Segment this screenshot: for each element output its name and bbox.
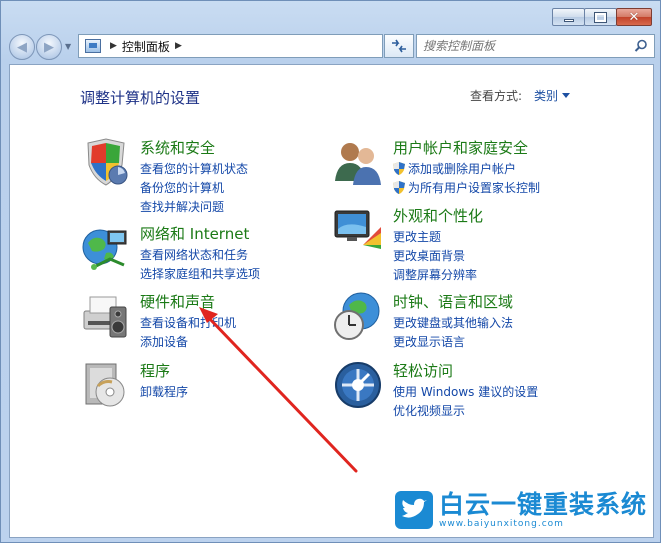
watermark: 白云一键重装系统 www.baiyunxitong.com bbox=[394, 490, 647, 530]
category-title[interactable]: 外观和个性化 bbox=[393, 205, 483, 226]
back-arrow-icon: ◀ bbox=[17, 39, 27, 55]
view-by-label: 查看方式: bbox=[470, 89, 523, 103]
link-change-background[interactable]: 更改桌面背景 bbox=[393, 246, 477, 265]
link-screen-resolution[interactable]: 调整屏幕分辨率 bbox=[393, 265, 477, 284]
view-by-value[interactable]: 类别 bbox=[534, 87, 558, 104]
uac-shield-icon bbox=[393, 162, 405, 175]
category-ease-of-access: 轻松访问 使用 Windows 建议的设置 优化视频显示 bbox=[333, 360, 633, 420]
category-title[interactable]: 硬件和声音 bbox=[140, 291, 215, 312]
link-change-theme[interactable]: 更改主题 bbox=[393, 227, 477, 246]
watermark-brand: 白云一键重装系统 bbox=[438, 490, 647, 519]
category-links: 查看网络状态和任务 选择家庭组和共享选项 bbox=[140, 245, 260, 283]
breadcrumb-separator-icon[interactable]: ▶ bbox=[110, 41, 117, 51]
refresh-button[interactable] bbox=[384, 34, 414, 58]
link-add-device[interactable]: 添加设备 bbox=[140, 332, 236, 351]
clock-language-icon[interactable] bbox=[333, 291, 383, 341]
system-security-icon[interactable] bbox=[80, 137, 130, 187]
category-system-security: 系统和安全 查看您的计算机状态 备份您的计算机 查找并解决问题 bbox=[80, 137, 300, 217]
hardware-sound-icon[interactable] bbox=[80, 291, 130, 341]
search-box[interactable] bbox=[416, 34, 655, 58]
link-find-fix-problems[interactable]: 查找并解决问题 bbox=[140, 197, 248, 216]
category-title[interactable]: 系统和安全 bbox=[140, 137, 215, 158]
appearance-icon[interactable] bbox=[333, 205, 383, 255]
forward-button[interactable]: ▶ bbox=[36, 34, 62, 60]
category-links: 更改主题 更改桌面背景 调整屏幕分辨率 bbox=[393, 227, 477, 284]
bird-logo-icon bbox=[394, 491, 433, 529]
category-user-accounts: 用户帐户和家庭安全 添加或删除用户帐户 为所有用户设置家长控制 bbox=[333, 137, 633, 197]
user-accounts-icon[interactable] bbox=[333, 137, 383, 187]
search-icon[interactable] bbox=[634, 39, 648, 53]
view-by-dropdown[interactable]: 类别 bbox=[534, 87, 571, 104]
link-view-computer-status[interactable]: 查看您的计算机状态 bbox=[140, 159, 248, 178]
category-network-internet: 网络和 Internet 查看网络状态和任务 选择家庭组和共享选项 bbox=[80, 223, 300, 283]
link-label[interactable]: 添加或删除用户帐户 bbox=[408, 160, 516, 177]
category-links: 卸载程序 bbox=[140, 382, 188, 401]
maximize-button[interactable] bbox=[584, 8, 617, 26]
watermark-text: 白云一键重装系统 www.baiyunxitong.com bbox=[438, 490, 647, 530]
link-uninstall-program[interactable]: 卸载程序 bbox=[140, 382, 188, 401]
uac-shield-icon bbox=[393, 181, 405, 194]
back-button[interactable]: ◀ bbox=[9, 34, 35, 60]
control-panel-window: ✕ ◀ ▶ ▼ ▶ 控制面板 ▶ 调整计算机的设置 查看方式: bbox=[0, 0, 661, 543]
address-bar[interactable]: ▶ 控制面板 ▶ bbox=[78, 34, 383, 58]
link-view-network-status[interactable]: 查看网络状态和任务 bbox=[140, 245, 260, 264]
search-input[interactable] bbox=[423, 39, 623, 53]
close-button[interactable]: ✕ bbox=[616, 8, 652, 26]
breadcrumb-separator-icon[interactable]: ▶ bbox=[175, 41, 182, 51]
link-parental-controls[interactable]: 为所有用户设置家长控制 bbox=[393, 178, 540, 197]
forward-arrow-icon: ▶ bbox=[44, 39, 54, 55]
link-homegroup-sharing[interactable]: 选择家庭组和共享选项 bbox=[140, 264, 260, 283]
refresh-icon bbox=[392, 39, 406, 53]
programs-icon[interactable] bbox=[80, 360, 130, 410]
twitter-bird-icon bbox=[401, 498, 427, 518]
link-devices-printers[interactable]: 查看设备和打印机 bbox=[140, 313, 236, 332]
minimize-icon bbox=[563, 18, 574, 22]
watermark-url: www.baiyunxitong.com bbox=[438, 519, 564, 529]
link-change-input-method[interactable]: 更改键盘或其他输入法 bbox=[393, 313, 513, 332]
link-optimize-display[interactable]: 优化视频显示 bbox=[393, 401, 538, 420]
category-links: 查看设备和打印机 添加设备 bbox=[140, 313, 236, 351]
category-title[interactable]: 用户帐户和家庭安全 bbox=[393, 137, 528, 158]
dropdown-arrow-icon bbox=[562, 93, 571, 98]
link-windows-recommended[interactable]: 使用 Windows 建议的设置 bbox=[393, 382, 538, 401]
category-appearance: 外观和个性化 更改主题 更改桌面背景 调整屏幕分辨率 bbox=[333, 205, 633, 285]
category-programs: 程序 卸载程序 bbox=[80, 360, 300, 410]
category-title[interactable]: 时钟、语言和区域 bbox=[393, 291, 513, 312]
page-title: 调整计算机的设置 bbox=[80, 89, 201, 107]
link-label[interactable]: 为所有用户设置家长控制 bbox=[408, 179, 540, 196]
category-links: 添加或删除用户帐户 为所有用户设置家长控制 bbox=[393, 159, 540, 197]
maximize-icon bbox=[594, 11, 607, 23]
navigation-bar: ◀ ▶ ▼ ▶ 控制面板 ▶ bbox=[9, 31, 655, 60]
link-change-display-language[interactable]: 更改显示语言 bbox=[393, 332, 513, 351]
control-panel-icon bbox=[85, 39, 101, 53]
network-internet-icon[interactable] bbox=[80, 223, 130, 273]
category-hardware-sound: 硬件和声音 查看设备和打印机 添加设备 bbox=[80, 291, 300, 351]
window-caption-buttons: ✕ bbox=[552, 8, 652, 26]
category-links: 查看您的计算机状态 备份您的计算机 查找并解决问题 bbox=[140, 159, 248, 216]
category-links: 更改键盘或其他输入法 更改显示语言 bbox=[393, 313, 513, 351]
category-title[interactable]: 网络和 Internet bbox=[140, 223, 249, 244]
category-title[interactable]: 程序 bbox=[140, 360, 170, 381]
link-backup-computer[interactable]: 备份您的计算机 bbox=[140, 178, 248, 197]
ease-of-access-icon[interactable] bbox=[333, 360, 383, 410]
category-clock-language: 时钟、语言和区域 更改键盘或其他输入法 更改显示语言 bbox=[333, 291, 633, 351]
close-icon: ✕ bbox=[628, 9, 640, 25]
recent-pages-dropdown[interactable]: ▼ bbox=[65, 42, 71, 51]
content-pane: 调整计算机的设置 查看方式: 类别 系统和安全 查看您的计算机状态 备份您的计算… bbox=[9, 64, 654, 538]
category-links: 使用 Windows 建议的设置 优化视频显示 bbox=[393, 382, 538, 420]
category-title[interactable]: 轻松访问 bbox=[393, 360, 453, 381]
minimize-button[interactable] bbox=[552, 8, 585, 26]
link-add-remove-accounts[interactable]: 添加或删除用户帐户 bbox=[393, 159, 540, 178]
breadcrumb-control-panel[interactable]: 控制面板 bbox=[122, 38, 170, 55]
